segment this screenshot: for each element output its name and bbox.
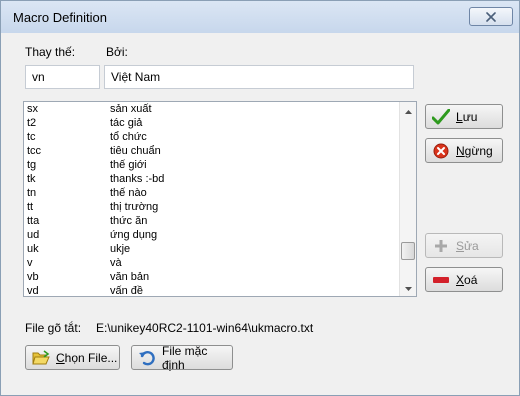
macro-rows: sx sản xuất t2 tác giả tc tổ chức tcc tiêu chuẩ…: [24, 102, 400, 297]
macro-key: v: [27, 257, 33, 269]
checkmark-icon: [432, 108, 450, 126]
macro-key: tta: [27, 215, 40, 227]
table-row[interactable]: uk ukje: [24, 242, 400, 256]
table-row[interactable]: v và: [24, 256, 400, 270]
table-row[interactable]: t2 tác giả: [24, 116, 400, 130]
macro-key: vb: [27, 271, 39, 283]
title-bar[interactable]: Macro Definition: [1, 1, 519, 33]
table-row[interactable]: tt thị trường: [24, 200, 400, 214]
vertical-scrollbar[interactable]: [399, 102, 416, 296]
macro-key: uk: [27, 243, 39, 255]
cancel-circle-icon: [432, 142, 450, 160]
stop-label: gừng: [464, 143, 493, 158]
macro-value: ukje: [110, 243, 131, 255]
file-path: E:\unikey40RC2-1101-win64\ukmacro.txt: [96, 321, 314, 335]
minus-icon: [432, 271, 450, 289]
choose-file-mnemonic: C: [56, 350, 65, 365]
macro-key: vd: [27, 285, 39, 297]
with-input[interactable]: Việt Nam: [104, 65, 414, 89]
table-row[interactable]: vb văn bản: [24, 270, 400, 284]
macro-value: thanks :-bd: [110, 173, 165, 185]
open-folder-icon: [32, 349, 50, 367]
edit-button[interactable]: Sửa: [425, 233, 503, 258]
default-file-button[interactable]: File mặc định: [131, 343, 233, 372]
macro-value: văn bản: [110, 271, 150, 283]
scroll-thumb[interactable]: [401, 242, 415, 260]
macro-key: t2: [27, 117, 37, 129]
macro-value: tiêu chuẩn: [110, 145, 161, 157]
with-label: Bởi:: [106, 45, 128, 59]
macro-value: thức ăn: [110, 215, 148, 227]
save-mnemonic: L: [456, 109, 463, 124]
arrow-up-icon: [404, 103, 412, 117]
macro-value: sản xuất: [110, 103, 152, 115]
macro-key: ud: [27, 229, 40, 241]
delete-mnemonic: X: [456, 272, 465, 287]
macro-key: tcc: [27, 145, 42, 157]
macro-value: tổ chức: [110, 131, 147, 143]
close-button[interactable]: [469, 7, 513, 26]
macro-value: tác giả: [110, 117, 143, 129]
file-label: File gõ tắt:: [25, 321, 82, 335]
table-row[interactable]: tta thức ăn: [24, 214, 400, 228]
stop-mnemonic: N: [456, 143, 465, 158]
macro-list[interactable]: sx sản xuất t2 tác giả tc tổ chức tcc tiêu chuẩ…: [23, 101, 417, 297]
edit-mnemonic: S: [456, 238, 465, 253]
macro-key: tt: [27, 201, 34, 213]
plus-icon: [432, 237, 450, 255]
macro-value: thị trường: [110, 201, 159, 213]
macro-key: tc: [27, 131, 36, 143]
save-label: ưu: [462, 109, 478, 124]
macro-value: ứng dụng: [110, 229, 158, 241]
scroll-down-button[interactable]: [400, 279, 416, 295]
table-row[interactable]: tg thế giới: [24, 158, 400, 172]
edit-label: ửa: [464, 238, 479, 253]
table-row[interactable]: tn thế nào: [24, 186, 400, 200]
replace-input[interactable]: vn: [25, 65, 100, 89]
macro-key: sx: [27, 103, 38, 115]
macro-value: thế nào: [110, 187, 147, 199]
macro-value: vấn đề: [110, 285, 144, 297]
stop-button[interactable]: Ngừng: [425, 138, 503, 163]
table-row[interactable]: tc tổ chức: [24, 130, 400, 144]
scroll-up-button[interactable]: [400, 102, 416, 118]
save-button[interactable]: Lưu: [425, 104, 503, 129]
macro-value: thế giới: [110, 159, 147, 171]
default-file-label: File mặc định: [162, 343, 208, 372]
macro-key: tg: [27, 159, 37, 171]
replace-label: Thay thế:: [25, 45, 76, 59]
choose-file-label: họn File...: [64, 350, 118, 365]
macro-key: tn: [27, 187, 37, 199]
table-row[interactable]: tk thanks :-bd: [24, 172, 400, 186]
macro-definition-window: Macro Definition Thay thế: Bởi: vn Việt …: [0, 0, 520, 396]
close-icon: [486, 11, 496, 22]
arrow-down-icon: [404, 280, 412, 294]
macro-value: và: [110, 257, 122, 269]
table-row[interactable]: ud ứng dụng: [24, 228, 400, 242]
table-row[interactable]: tcc tiêu chuẩn: [24, 144, 400, 158]
delete-button[interactable]: Xoá: [425, 267, 503, 292]
undo-arrow-icon: [138, 349, 156, 367]
delete-label: oá: [464, 272, 478, 287]
choose-file-button[interactable]: Chọn File...: [25, 345, 120, 370]
macro-key: tk: [27, 173, 36, 185]
table-row[interactable]: vd vấn đề: [24, 284, 400, 297]
window-title: Macro Definition: [13, 10, 107, 25]
table-row[interactable]: sx sản xuất: [24, 102, 400, 116]
